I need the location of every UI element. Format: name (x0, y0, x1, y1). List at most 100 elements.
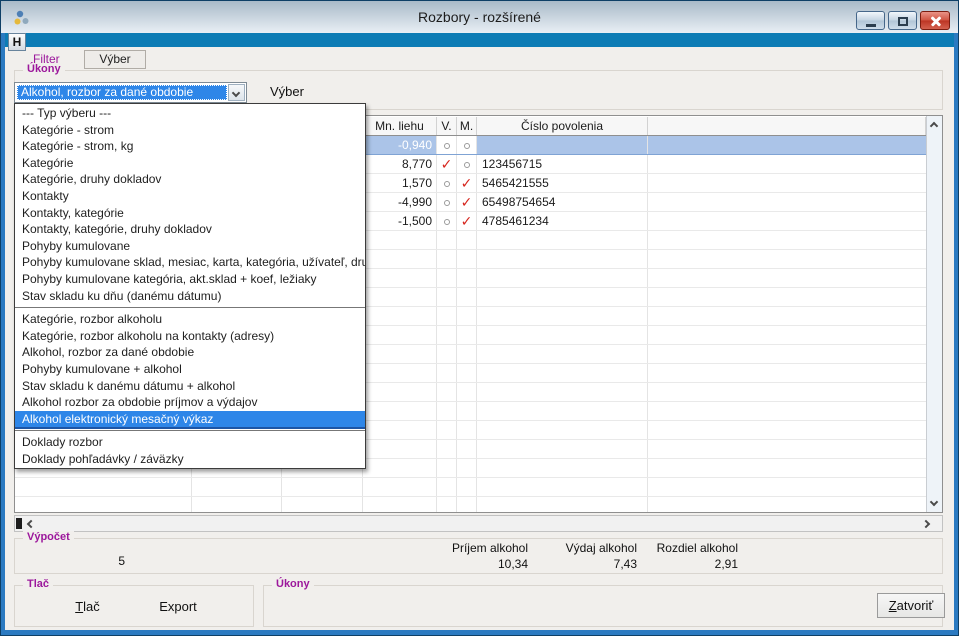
grid-cell (282, 478, 363, 496)
grid-cell (648, 212, 926, 230)
dropdown-item[interactable]: Kontakty (15, 188, 365, 205)
scroll-right-icon[interactable] (922, 520, 930, 528)
grid-cell (363, 440, 437, 458)
grid-cell (477, 402, 648, 420)
tab-vyber[interactable]: Výber (84, 50, 146, 69)
export-button[interactable]: Export (143, 599, 213, 614)
grid-cell (363, 421, 437, 439)
grid-cell (457, 136, 477, 154)
vertical-scrollbar[interactable] (926, 116, 942, 512)
vypocet-groupbox: Výpočet 5 Príjem alkohol 10,34 Výdaj alk… (14, 538, 943, 574)
window-title: Rozbory - rozšírené (1, 1, 958, 33)
grid-cell (457, 440, 477, 458)
dropdown-item[interactable]: Pohyby kumulovane sklad, mesiac, karta, … (15, 254, 365, 271)
column-header-v[interactable]: V. (437, 117, 457, 135)
record-count: 5 (75, 554, 125, 568)
grid-cell (363, 345, 437, 363)
dropdown-item-selected[interactable]: Alkohol elektronický mesačný výkaz (15, 411, 365, 428)
scroll-down-icon[interactable] (930, 498, 938, 506)
grid-cell (437, 307, 457, 325)
grid-cell (477, 136, 648, 154)
grid-cell (477, 307, 648, 325)
grid-cell (648, 155, 926, 173)
maximize-button[interactable] (888, 11, 917, 30)
grid-cell (477, 326, 648, 344)
column-header-cislo-povolenia[interactable]: Číslo povolenia (477, 117, 648, 135)
dropdown-item[interactable]: Kategórie - strom (15, 122, 365, 139)
stat-rozdiel-alkohol: Rozdiel alkohol 2,91 (598, 541, 738, 571)
grid-cell (363, 364, 437, 382)
print-button[interactable]: Tlač (60, 599, 115, 614)
grid-cell (363, 478, 437, 496)
dropdown-item[interactable]: Kategórie, rozbor alkoholu na kontakty (… (15, 328, 365, 345)
scroll-left-icon[interactable] (27, 520, 35, 528)
horizontal-scrollbar[interactable] (14, 515, 943, 532)
dropdown-item[interactable]: Pohyby kumulovane kategória, akt.sklad +… (15, 271, 365, 288)
grid-cell (648, 345, 926, 363)
grid-cell (437, 231, 457, 249)
grid-cell (437, 193, 457, 211)
dropdown-item[interactable]: Pohyby kumulovane + alkohol (15, 361, 365, 378)
dropdown-item[interactable]: Kategórie, druhy dokladov (15, 171, 365, 188)
grid-cell (437, 383, 457, 401)
ukony-footer-group-label: Úkony (272, 578, 314, 590)
grid-cell (477, 288, 648, 306)
grid-cell (437, 250, 457, 268)
grid-cell (363, 231, 437, 249)
grid-cell (437, 174, 457, 192)
minimize-button[interactable] (856, 11, 885, 30)
grid-cell (282, 497, 363, 512)
grid-cell (437, 497, 457, 512)
grid-cell (437, 288, 457, 306)
grid-cell (15, 497, 192, 512)
table-row-empty[interactable] (15, 478, 926, 497)
grid-cell (437, 364, 457, 382)
dropdown-item[interactable]: Kategórie - strom, kg (15, 138, 365, 155)
grid-cell (648, 478, 926, 496)
grid-cell (457, 326, 477, 344)
dropdown-item[interactable]: Kategórie, rozbor alkoholu (15, 311, 365, 328)
grid-cell: 123456715 (477, 155, 648, 173)
grid-cell (457, 421, 477, 439)
dropdown-item[interactable]: Doklady pohľadávky / záväzky (15, 451, 365, 468)
grid-cell (363, 459, 437, 477)
dropdown-item[interactable]: Stav skladu ku dňu (danému dátumu) (15, 288, 365, 305)
grid-cell (437, 440, 457, 458)
grid-cell (363, 383, 437, 401)
grid-cell (457, 364, 477, 382)
dropdown-item[interactable]: --- Typ výberu --- (15, 105, 365, 122)
grid-cell (363, 269, 437, 287)
grid-cell (363, 288, 437, 306)
grid-cell (457, 250, 477, 268)
dropdown-item[interactable]: Stav skladu k danému dátumu + alkohol (15, 378, 365, 395)
dropdown-item[interactable]: Kategórie (15, 155, 365, 172)
h-button[interactable]: H (8, 33, 26, 51)
grid-cell (457, 307, 477, 325)
column-header-mn-liehu[interactable]: Mn. liehu (363, 117, 437, 135)
grid-cell (648, 402, 926, 420)
tlac-group-label: Tlač (23, 578, 53, 590)
zatvorit-button[interactable]: Zatvoriť (877, 593, 945, 618)
grid-cell: -0,940 (363, 136, 437, 154)
grid-cell (457, 155, 477, 173)
close-button[interactable] (920, 11, 950, 30)
dropdown-item[interactable]: Doklady rozbor (15, 434, 365, 451)
dropdown-item[interactable]: Alkohol rozbor za obdobie príjmov a výda… (15, 394, 365, 411)
table-row-empty[interactable] (15, 497, 926, 512)
dropdown-item[interactable]: Alkohol, rozbor za dané obdobie (15, 344, 365, 361)
combobox-dropdown-button[interactable] (228, 84, 245, 101)
check-icon: ✓ (461, 213, 473, 229)
scrollbar-thumb[interactable] (16, 518, 22, 529)
grid-cell (363, 326, 437, 344)
dropdown-separator (15, 427, 365, 434)
report-type-dropdown-list: --- Typ výberu ---Kategórie - stromKateg… (14, 103, 366, 469)
grid-cell (437, 478, 457, 496)
grid-cell (477, 440, 648, 458)
dropdown-item[interactable]: Kontakty, kategórie, druhy dokladov (15, 221, 365, 238)
grid-cell: ✓ (437, 155, 457, 173)
dropdown-item[interactable]: Kontakty, kategórie (15, 205, 365, 222)
scroll-up-icon[interactable] (930, 122, 938, 130)
report-type-combobox[interactable]: Alkohol, rozbor za dané obdobie (14, 82, 247, 103)
dropdown-item[interactable]: Pohyby kumulovane (15, 238, 365, 255)
column-header-m[interactable]: M. (457, 117, 477, 135)
